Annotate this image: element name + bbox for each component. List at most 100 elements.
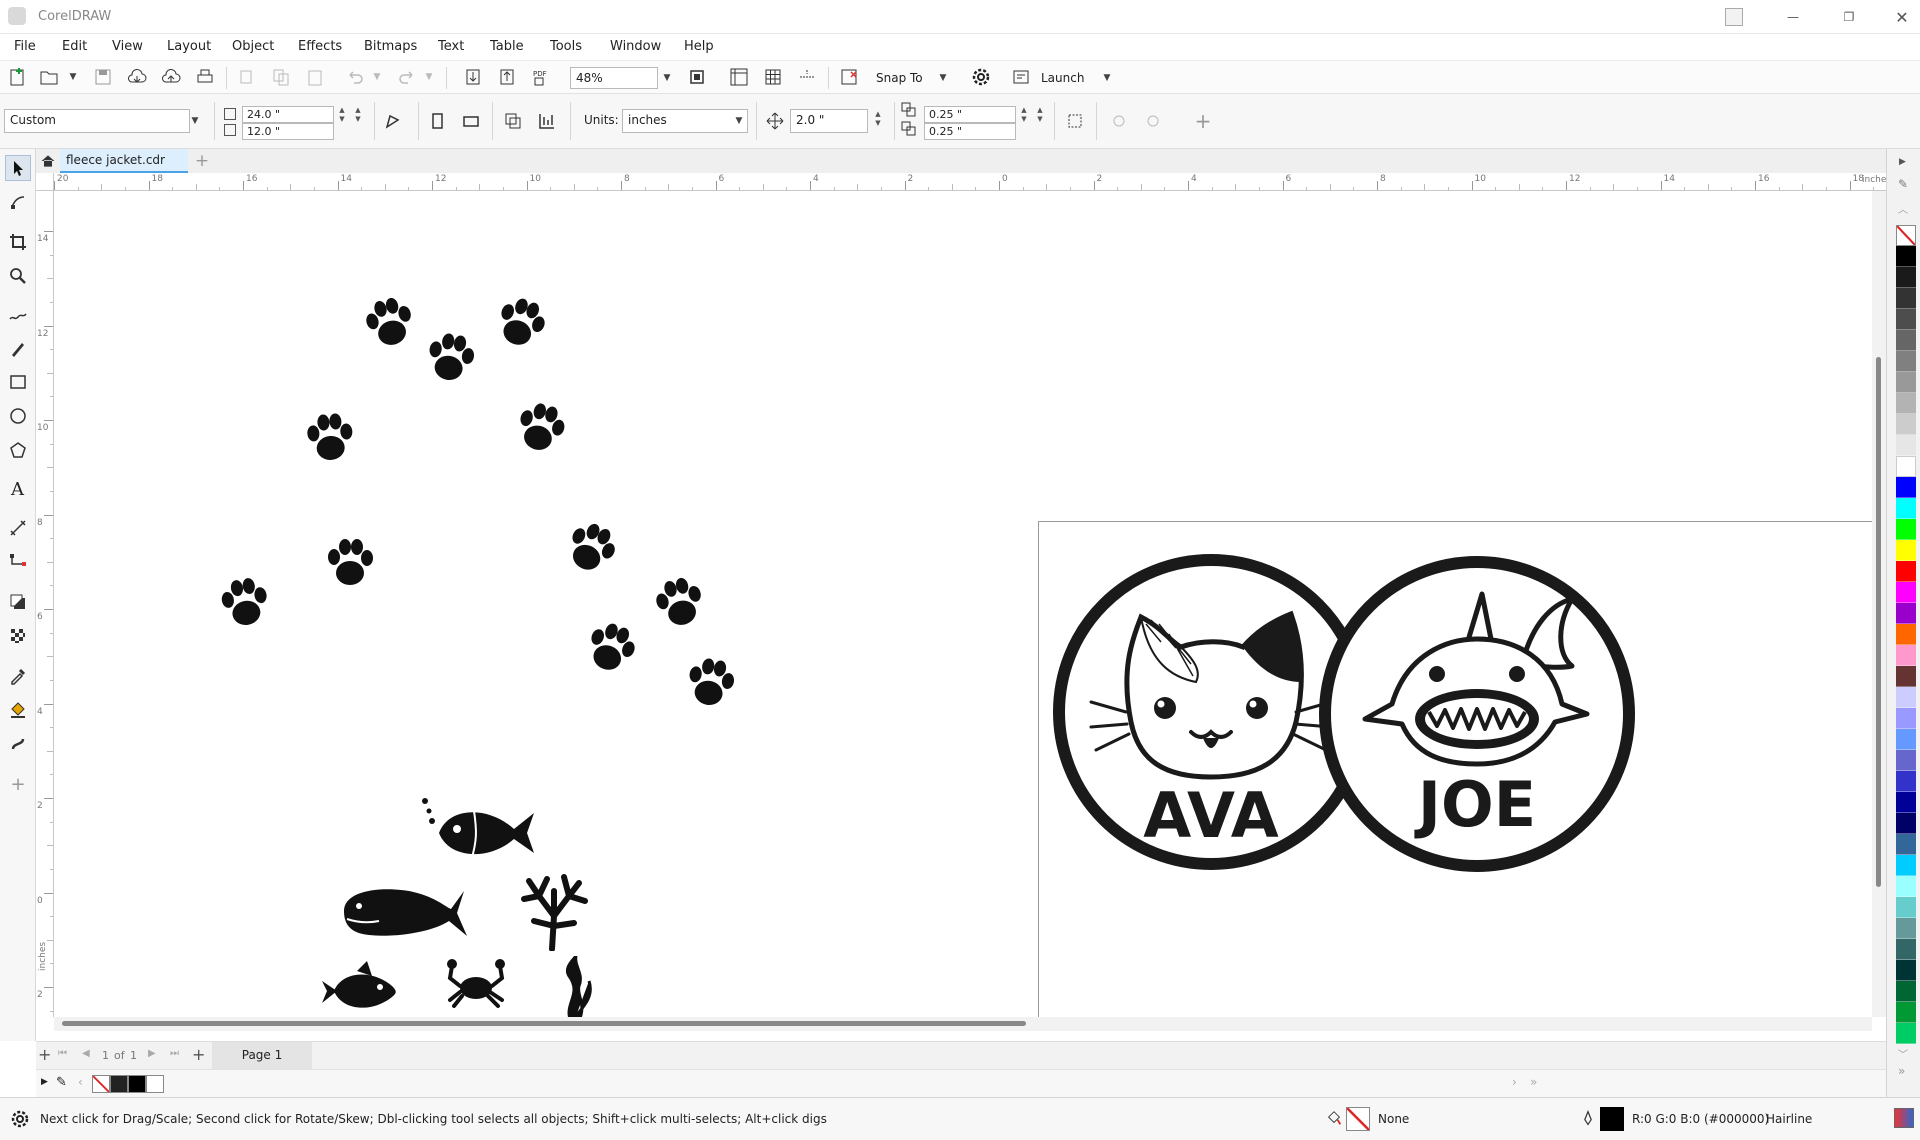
small-fish-icon[interactable] [322,961,402,1017]
menu-effects[interactable]: Effects [298,39,342,54]
save-icon[interactable] [90,64,116,90]
close-button[interactable]: ✕ [1889,4,1915,30]
new-document-icon[interactable] [4,64,30,90]
menu-file[interactable]: File [14,39,36,54]
horizontal-scroll-thumb[interactable] [62,1021,1026,1026]
palette-swatch[interactable] [1896,393,1916,414]
palette-swatch[interactable] [1896,771,1916,792]
transparency-tool-icon[interactable] [5,623,31,649]
paw-print-icon[interactable] [415,325,485,395]
color-proof-icon[interactable] [1894,1108,1914,1128]
launch-icon[interactable] [1008,64,1034,90]
add-property-icon[interactable]: + [1190,108,1216,134]
paw-print-icon[interactable] [353,288,426,361]
rectangle-tool-icon[interactable] [5,369,31,395]
menu-view[interactable]: View [112,39,143,54]
fish-icon[interactable] [419,791,539,871]
palette-swatch[interactable] [1896,561,1916,582]
menu-table[interactable]: Table [490,39,524,54]
palette-swatch[interactable] [1896,876,1916,897]
all-pages-icon[interactable] [380,108,406,134]
paw-print-icon[interactable] [482,287,559,364]
palette-scroll-end-icon[interactable]: » [1530,1075,1537,1089]
fill-none-swatch[interactable] [1346,1107,1370,1131]
freehand-tool-icon[interactable] [5,301,31,327]
palette-swatch[interactable] [1896,246,1916,267]
open-folder-icon[interactable] [36,64,62,90]
palette-swatch[interactable] [1896,435,1916,456]
text-tool-icon[interactable]: A [5,475,31,501]
palette-swatch[interactable] [1896,855,1916,876]
palette-swatch[interactable] [1896,456,1916,477]
nudge-distance-field[interactable]: 2.0 " [790,109,868,133]
palette-swatch[interactable] [1896,477,1916,498]
ellipse-tool-icon[interactable] [5,403,31,429]
document-tab[interactable]: fleece jacket.cdr [60,149,188,173]
page-tab[interactable]: Page 1 [212,1042,312,1069]
palette-no-color-swatch[interactable] [1896,225,1916,246]
launch-label[interactable]: Launch [1041,71,1084,85]
zoom-tool-icon[interactable] [5,263,31,289]
swatch-black[interactable] [128,1075,146,1093]
menu-edit[interactable]: Edit [62,39,87,54]
welcome-home-icon[interactable] [36,149,60,173]
palette-swatch[interactable] [1896,624,1916,645]
polygon-tool-icon[interactable] [5,437,31,463]
page-size-select[interactable]: Custom [4,109,190,133]
artistic-media-tool-icon[interactable] [5,335,31,361]
palette-swatch[interactable] [1896,414,1916,435]
palette-swatch[interactable] [1896,981,1916,1002]
palette-swatch[interactable] [1896,1023,1916,1044]
horizontal-ruler[interactable]: inches 20 18 16 14 12 10 8 6 4 2 0 2 4 6 8 10 12 14 16 18 [54,173,1894,191]
pick-tool-icon[interactable] [5,155,31,181]
redo-dropdown-icon[interactable]: ▼ [422,67,436,87]
menu-help[interactable]: Help [684,39,714,54]
palette-swatch[interactable] [1896,330,1916,351]
previous-page-icon[interactable]: ◀ [82,1048,90,1059]
cut-icon[interactable] [234,64,260,90]
nudge-spinner[interactable]: ▲ ▼ [872,110,884,128]
paw-print-icon[interactable] [643,568,716,641]
parallel-dimension-tool-icon[interactable] [5,515,31,541]
show-rulers-icon[interactable] [726,64,752,90]
palette-swatch[interactable] [1896,666,1916,687]
landscape-icon[interactable] [458,108,484,134]
show-guidelines-icon[interactable] [794,64,820,90]
duplicate-y-field[interactable]: 0.25 " [924,123,1016,140]
export-icon[interactable] [494,64,520,90]
connector-tool-icon[interactable] [5,549,31,575]
menu-layout[interactable]: Layout [167,39,211,54]
height-spinner[interactable]: ▲ ▼ [352,106,364,124]
import-icon[interactable] [460,64,486,90]
page-size-dropdown-icon[interactable]: ▼ [188,111,202,131]
dynamic-guides-icon[interactable] [1140,108,1166,134]
menu-window[interactable]: Window [610,39,661,54]
add-tool-icon[interactable]: + [5,771,31,797]
paw-print-icon[interactable] [550,510,630,590]
units-select[interactable]: inches [622,109,748,133]
paw-print-icon[interactable] [210,570,280,640]
launch-dropdown-icon[interactable]: ▼ [1100,68,1114,88]
redo-icon[interactable] [394,64,420,90]
publish-pdf-icon[interactable]: PDF [528,64,554,90]
copy-icon[interactable] [268,64,294,90]
palette-eyedropper-icon[interactable]: ✎ [56,1075,67,1090]
paw-print-icon[interactable] [572,612,649,689]
menu-object[interactable]: Object [232,39,274,54]
page-width-field[interactable]: 24.0 " [242,106,334,123]
dup-y-spinner[interactable]: ▲ ▼ [1034,106,1046,124]
snap-to-label[interactable]: Snap To [876,71,923,85]
swatch-dark[interactable] [110,1075,128,1093]
undo-icon[interactable] [342,64,368,90]
add-page-before-icon[interactable]: + [38,1045,51,1064]
palette-scroll-up-icon[interactable]: ︿ [1898,201,1908,216]
portrait-icon[interactable] [424,108,450,134]
palette-swatch[interactable] [1896,540,1916,561]
add-page-after-icon[interactable]: + [192,1045,205,1064]
palette-swatch[interactable] [1896,918,1916,939]
no-color-swatch[interactable] [92,1075,110,1093]
palette-swatch[interactable] [1896,750,1916,771]
palette-swatch[interactable] [1896,792,1916,813]
palette-swatch[interactable] [1896,498,1916,519]
palette-scroll-right-icon[interactable]: › [1512,1075,1517,1089]
